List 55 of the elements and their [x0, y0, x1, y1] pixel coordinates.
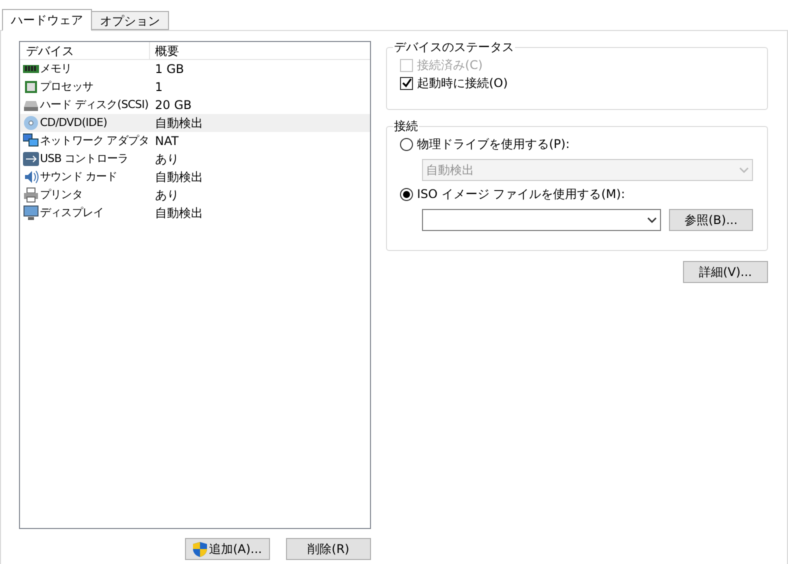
device-row[interactable]: メモリ 1 GB [20, 60, 370, 78]
checkbox[interactable] [400, 76, 413, 90]
device-row[interactable]: プリンタ あり [20, 186, 370, 204]
device-row[interactable]: ネットワーク アダプタ NAT [20, 132, 370, 150]
device-name: ネットワーク アダプタ [40, 132, 150, 149]
device-summary: 1 [154, 79, 163, 96]
device-name: USB コントローラ [40, 150, 128, 167]
usb-icon [23, 151, 39, 167]
speaker-icon [23, 169, 39, 185]
device-name: プリンタ [40, 186, 82, 203]
device-summary: あり [154, 187, 179, 204]
device-row[interactable]: ディスプレイ 自動検出 [20, 204, 370, 222]
advanced-button[interactable]: 詳細(V)... [683, 261, 768, 283]
device-summary: 自動検出 [154, 205, 203, 222]
device-name: メモリ [40, 60, 72, 77]
column-header[interactable]: 概要 [150, 42, 370, 59]
network-computers-icon [23, 133, 39, 149]
shield-icon [192, 542, 207, 556]
disc-icon [23, 115, 39, 131]
device-name: ハード ディスク(SCSI) [40, 96, 148, 113]
device-row[interactable]: プロセッサ 1 [20, 78, 370, 96]
device-summary: NAT [154, 133, 179, 150]
device-name: CD/DVD(IDE) [40, 114, 107, 131]
device-name: ディスプレイ [40, 204, 104, 221]
tab[interactable]: オプション [91, 11, 169, 30]
printer-icon [23, 187, 39, 203]
device-summary: 自動検出 [154, 169, 203, 186]
device-name: サウンド カード [40, 168, 118, 185]
device-summary: 1 GB [154, 61, 184, 78]
monitor-icon [23, 205, 39, 221]
browse-button[interactable]: 参照(B)... [669, 209, 753, 231]
tab[interactable]: ハードウェア [2, 9, 92, 31]
column-header[interactable]: デバイス [20, 42, 150, 59]
device-row[interactable]: CD/DVD(IDE) 自動検出 [20, 114, 370, 132]
device-summary: 20 GB [154, 97, 192, 114]
group-title: デバイスのステータス [393, 39, 515, 55]
radio-button[interactable] [400, 188, 413, 200]
device-name: プロセッサ [40, 78, 94, 95]
device-row[interactable]: サウンド カード 自動検出 [20, 168, 370, 186]
dropdown-caret-icon [739, 167, 749, 173]
device-summary: 自動検出 [154, 115, 203, 132]
chip-icon [23, 79, 39, 95]
checkbox-label: 接続済み(C) [417, 57, 483, 74]
remove-button[interactable]: 削除(R) [286, 538, 371, 560]
device-summary: あり [154, 151, 179, 168]
radio-label: 物理ドライブを使用する(P): [417, 136, 570, 153]
dropdown-caret-icon [647, 217, 657, 223]
checkbox-label: 起動時に接続(O) [417, 75, 508, 92]
iso-path-combobox[interactable] [422, 209, 661, 231]
add-button[interactable]: 追加(A)... [185, 538, 270, 560]
group-title: 接続 [393, 118, 419, 134]
radio-label: ISO イメージ ファイルを使用する(M): [417, 186, 625, 203]
device-row[interactable]: USB コントローラ あり [20, 150, 370, 168]
check-icon [402, 78, 412, 88]
device-row[interactable]: ハード ディスク(SCSI) 20 GB [20, 96, 370, 114]
